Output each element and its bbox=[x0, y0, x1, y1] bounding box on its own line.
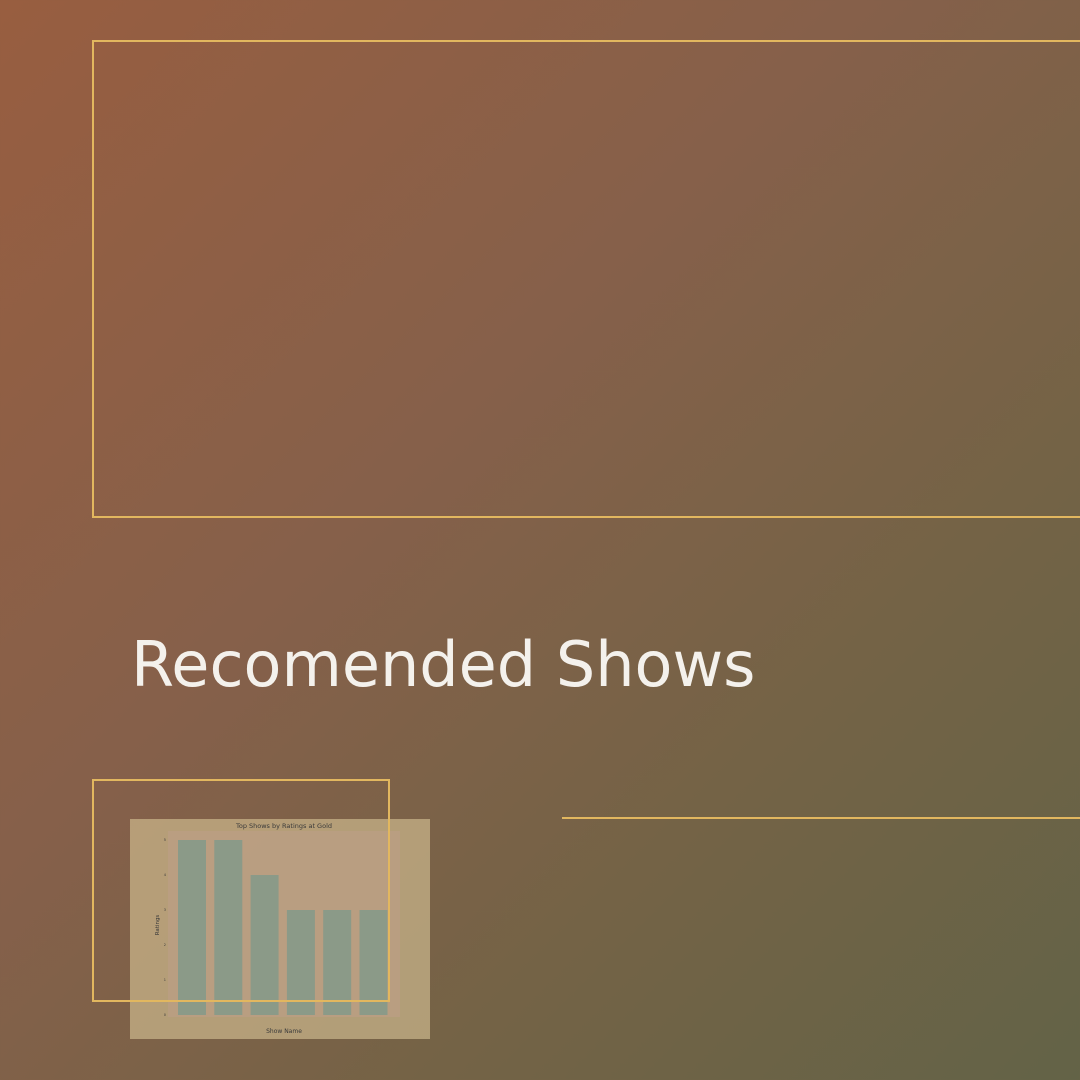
page-title: Recomended Shows bbox=[131, 628, 756, 701]
decorative-frame-bottom bbox=[92, 779, 390, 1002]
decorative-rule bbox=[562, 817, 1080, 819]
chart-x-axis-label: Show Name bbox=[266, 1028, 302, 1035]
decorative-frame-top bbox=[92, 40, 1080, 518]
chart-y-tick-label: 0 bbox=[164, 1013, 166, 1017]
